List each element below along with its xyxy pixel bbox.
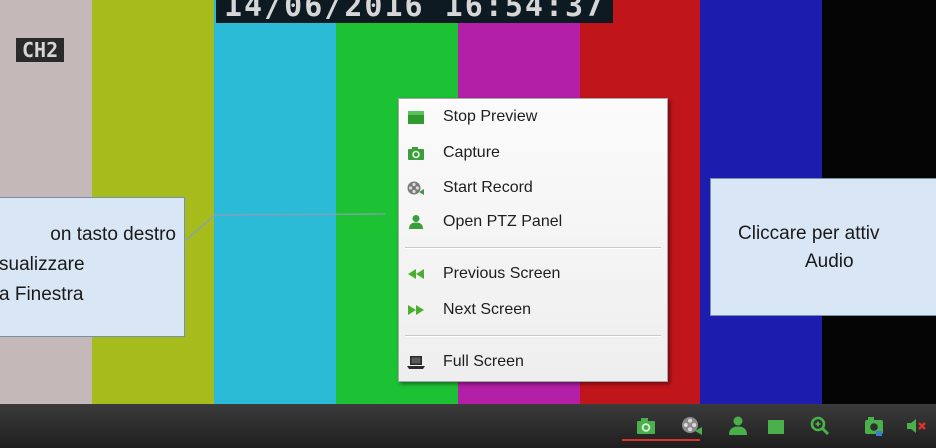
osd-channel-label: CH2 <box>16 38 65 62</box>
menu-item-label: Open PTZ Panel <box>443 213 563 230</box>
ptz-person-icon <box>724 412 752 440</box>
camera-icon <box>407 145 425 161</box>
callout-text: a Finestra <box>0 284 84 305</box>
menu-item-label: Full Screen <box>443 353 524 370</box>
callout-right-click-hint: on tasto destro sualizzare a Finestra <box>0 197 185 337</box>
speaker-mute-icon <box>902 412 930 440</box>
stop-preview-icon <box>762 412 790 440</box>
rewind-icon <box>407 266 425 282</box>
callout-audio-hint: Cliccare per attiv Audio <box>710 178 936 316</box>
menu-item-label: Next Screen <box>443 301 532 318</box>
film-reel-icon <box>407 180 425 196</box>
menu-item-label: Capture <box>443 144 500 161</box>
camera-icon <box>632 412 660 440</box>
ptz-person-icon <box>407 214 425 230</box>
menu-item-stop-preview[interactable]: Stop Preview <box>399 103 667 131</box>
menu-item-label: Stop Preview <box>443 108 538 125</box>
preview-toolbar <box>0 404 936 448</box>
laptop-icon <box>407 354 425 370</box>
stop-preview-button[interactable] <box>762 412 790 440</box>
audio-toggle-button[interactable] <box>902 412 930 440</box>
menu-item-full-screen[interactable]: Full Screen <box>399 348 667 376</box>
zoom-icon <box>806 412 834 440</box>
menu-item-open-ptz-panel[interactable]: Open PTZ Panel <box>399 208 667 236</box>
film-reel-icon <box>678 412 706 440</box>
camera-switch-button[interactable] <box>860 412 888 440</box>
color-bar <box>214 0 336 404</box>
fast-forward-icon <box>407 302 425 318</box>
video-window: 14/06/2016 16:54:37 CH2 Stop Preview Cap… <box>0 0 936 448</box>
toolbar-highlight-underline <box>622 439 700 441</box>
context-menu: Stop Preview Capture Start Record Open P… <box>398 98 668 382</box>
menu-item-label: Start Record <box>443 179 533 196</box>
menu-item-previous-screen[interactable]: Previous Screen <box>399 260 667 288</box>
camera-switch-icon <box>860 412 888 440</box>
menu-item-capture[interactable]: Capture <box>399 139 667 167</box>
menu-item-start-record[interactable]: Start Record <box>399 174 667 202</box>
menu-item-next-screen[interactable]: Next Screen <box>399 296 667 324</box>
osd-timestamp: 14/06/2016 16:54:37 <box>216 0 614 23</box>
callout-text: Audio <box>805 251 854 272</box>
record-button[interactable] <box>678 412 706 440</box>
callout-text: sualizzare <box>0 254 85 275</box>
menu-separator <box>405 247 661 249</box>
ptz-button[interactable] <box>724 412 752 440</box>
menu-separator <box>405 335 661 337</box>
callout-text: Cliccare per attiv <box>738 223 880 244</box>
menu-item-label: Previous Screen <box>443 265 561 282</box>
digital-zoom-button[interactable] <box>806 412 834 440</box>
capture-button[interactable] <box>632 412 660 440</box>
callout-text: on tasto destro <box>50 224 176 245</box>
stop-preview-icon <box>407 109 425 125</box>
